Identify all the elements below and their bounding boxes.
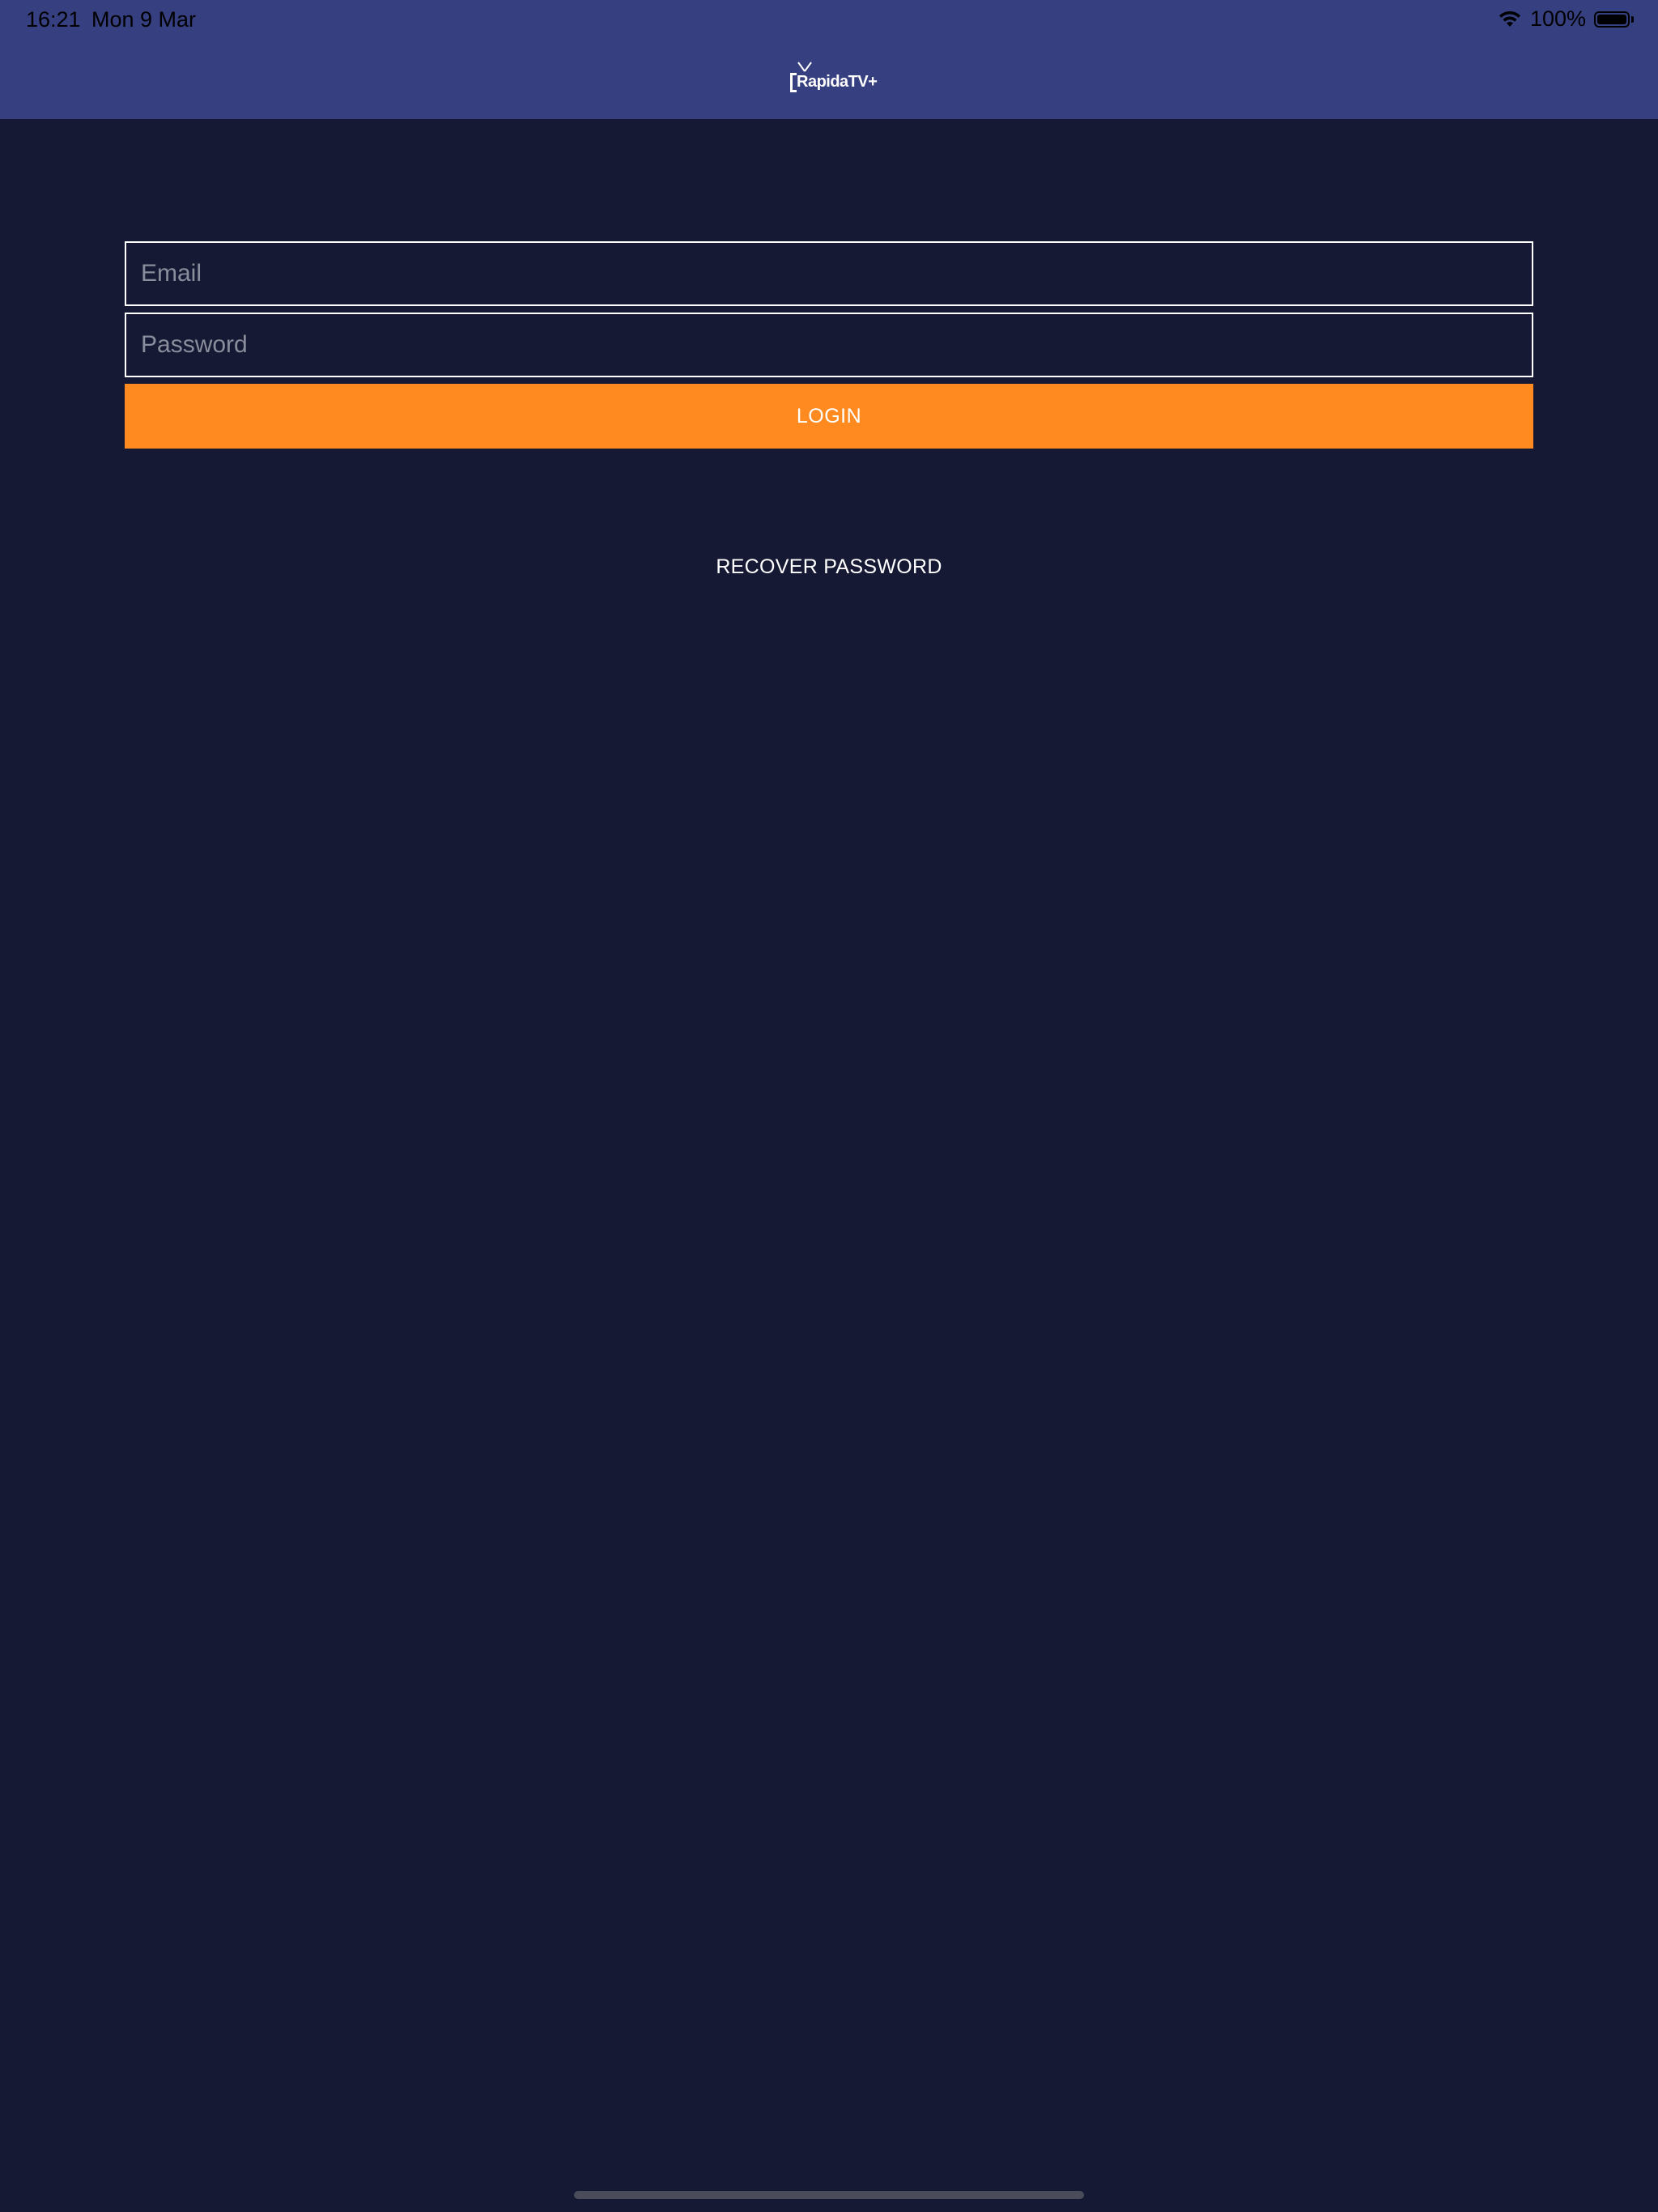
- status-date: Mon 9 Mar: [91, 7, 197, 32]
- email-input[interactable]: [125, 241, 1533, 306]
- app-header: 16:21 Mon 9 Mar 100% RapidaTV+: [0, 0, 1658, 119]
- battery-cap: [1631, 15, 1634, 23]
- status-time: 16:21: [26, 7, 81, 32]
- logo-text: RapidaTV+: [797, 73, 878, 91]
- app-logo: RapidaTV+: [787, 62, 878, 97]
- battery-body: [1594, 11, 1630, 28]
- status-right: 100%: [1498, 6, 1634, 32]
- tv-frame-icon: [790, 73, 797, 92]
- recover-password-link[interactable]: RECOVER PASSWORD: [0, 555, 1658, 579]
- home-indicator: [574, 2191, 1084, 2199]
- battery-fill: [1597, 14, 1626, 24]
- status-bar: 16:21 Mon 9 Mar 100%: [0, 0, 1658, 39]
- wifi-icon: [1498, 11, 1522, 28]
- battery-percentage: 100%: [1529, 6, 1586, 31]
- battery-icon: [1594, 11, 1634, 28]
- login-button[interactable]: LOGIN: [125, 384, 1533, 449]
- password-input[interactable]: [125, 313, 1533, 377]
